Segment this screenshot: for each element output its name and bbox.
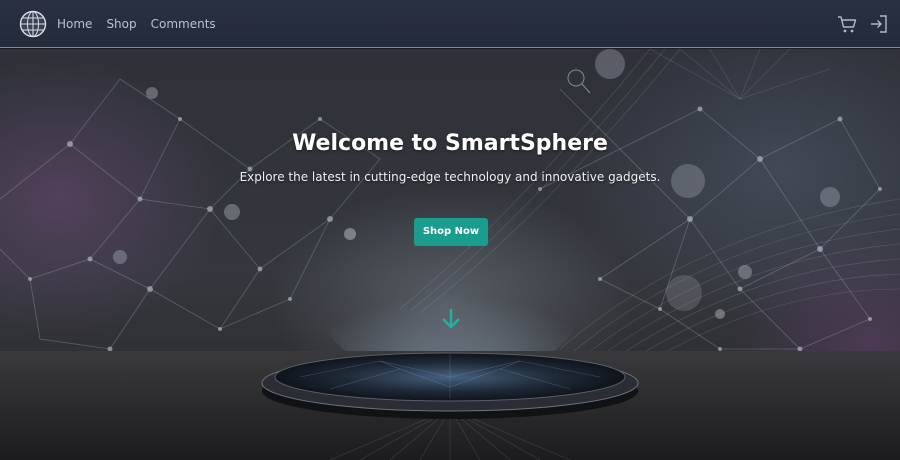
hero-background-art [0, 49, 900, 460]
cart-icon[interactable] [836, 13, 858, 35]
nav-link-comments[interactable]: Comments [151, 17, 216, 31]
hero-title: Welcome to SmartSphere [292, 131, 608, 156]
globe-icon[interactable] [19, 10, 47, 38]
nav-link-home[interactable]: Home [57, 17, 92, 31]
arrow-down-icon[interactable] [440, 307, 462, 331]
nav-link-shop[interactable]: Shop [106, 17, 136, 31]
nav-links: Home Shop Comments [57, 0, 230, 48]
shop-now-button[interactable]: Shop Now [414, 218, 488, 246]
hero-subtitle: Explore the latest in cutting-edge techn… [239, 170, 661, 184]
top-navbar: Home Shop Comments [0, 0, 900, 48]
hero-section: Welcome to SmartSphere Explore the lates… [0, 49, 900, 460]
nav-actions [826, 13, 890, 35]
login-icon[interactable] [868, 13, 890, 35]
